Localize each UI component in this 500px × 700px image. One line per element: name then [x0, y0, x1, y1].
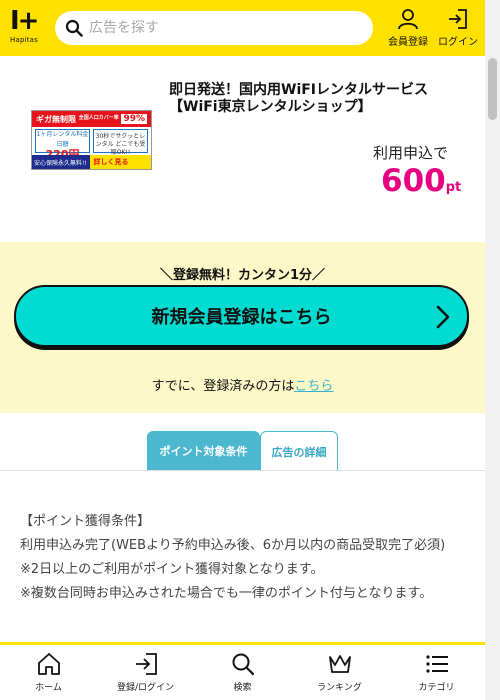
banner-bottom-left: 安心保険永久無料!! — [32, 155, 90, 169]
already-registered: すでに、登録済みの方はこちら — [0, 375, 485, 394]
conditions-line: 利用申込み完了(WEBより予約申込み後、6か月以内の商品受取完了必須) — [20, 538, 446, 553]
search-icon — [232, 653, 254, 676]
reward-unit: pt — [445, 180, 462, 195]
app-header: I+ Hapitas 会員登録 ログイン — [0, 0, 485, 56]
hapitas-logo[interactable]: I+ Hapitas — [10, 8, 44, 46]
ad-banner-image[interactable]: ギガ無制限 全国人口カバー率 99% 1ヶ月レンタル料金 日額 220円 30秒… — [31, 110, 152, 170]
login-label: ログイン — [438, 37, 478, 48]
nav-category[interactable]: カテゴリ — [388, 645, 485, 700]
banner-bottom: 安心保険永久無料!! 詳しく見る — [32, 155, 151, 169]
user-icon — [398, 9, 418, 30]
tab-point-conditions[interactable]: ポイント対象条件 — [147, 431, 260, 471]
member-register-button[interactable]: 会員登録 — [384, 8, 432, 48]
conditions-line: ※複数台同時お申込みされた場合でも一律のポイント付与となります。 — [20, 586, 433, 601]
tab-ad-details[interactable]: 広告の詳細 — [260, 431, 338, 471]
registration-caption: ＼登録無料！カンタン1分／ — [159, 268, 326, 283]
search-box[interactable] — [55, 11, 373, 45]
nav-login-label: 登録/ログイン — [116, 683, 175, 693]
bottom-nav: ホーム 登録/ログイン 検索 ランキング カテゴリ — [0, 642, 485, 700]
banner-top-mid: 全国人口カバー率 — [78, 115, 119, 121]
banner-price: 1ヶ月レンタル料金 日額 220円 — [35, 129, 90, 160]
member-register-label: 会員登録 — [388, 37, 428, 48]
already-registered-text: すでに、登録済みの方は — [151, 379, 295, 394]
registration-panel: ＼登録無料！カンタン1分／ 新規会員登録はこちら すでに、登録済みの方はこちら — [0, 242, 485, 413]
reward-points: 600 — [381, 163, 446, 199]
banner-note: 30秒でサクッとレンタル どこでも受取OK!! — [93, 129, 148, 156]
login-button[interactable]: ログイン — [434, 8, 482, 48]
nav-search[interactable]: 検索 — [194, 645, 291, 700]
detail-tabs: ポイント対象条件 広告の詳細 — [147, 431, 338, 471]
nav-home[interactable]: ホーム — [0, 645, 97, 700]
banner-top-pct: 99% — [121, 114, 147, 124]
conditions-heading: 【ポイント獲得条件】 — [20, 514, 151, 529]
banner-mid: 1ヶ月レンタル料金 日額 220円 30秒でサクッとレンタル どこでも受取OK!… — [32, 127, 151, 160]
scrollbar-thumb[interactable] — [488, 58, 497, 120]
login-icon — [135, 653, 157, 675]
nav-category-label: カテゴリ — [418, 683, 455, 693]
login-icon — [449, 9, 467, 29]
banner-top: ギガ無制限 全国人口カバー率 99% — [32, 111, 151, 127]
home-icon — [37, 653, 60, 675]
conditions-line: ※2日以上のご利用がポイント獲得対象となります。 — [20, 562, 324, 577]
nav-ranking-label: ランキング — [317, 683, 362, 693]
register-cta-button[interactable]: 新規会員登録はこちら — [14, 285, 469, 347]
logo-mark: I+ — [10, 6, 39, 36]
nav-home-label: ホーム — [35, 683, 62, 693]
ad-title: 即日発送！国内用WiFIレンタルサービス【WiFi東京レンタルショップ】 — [169, 82, 429, 115]
crown-icon — [328, 655, 351, 673]
register-cta-label: 新規会員登録はこちら — [151, 307, 332, 328]
tab-divider — [0, 470, 485, 471]
chevron-right-icon — [436, 305, 450, 329]
reward-label: 利用申込で — [373, 144, 449, 162]
point-conditions: 【ポイント獲得条件】 利用申込み完了(WEBより予約申込み後、6か月以内の商品受… — [20, 510, 466, 606]
banner-top-left: ギガ無制限 — [36, 115, 76, 124]
nav-login[interactable]: 登録/ログイン — [97, 645, 194, 700]
already-registered-link[interactable]: こちら — [294, 379, 333, 394]
search-icon — [65, 19, 83, 37]
logo-sub: Hapitas — [10, 36, 39, 44]
page-scrollbar[interactable] — [485, 0, 500, 700]
nav-search-label: 検索 — [233, 683, 252, 693]
nav-ranking[interactable]: ランキング — [291, 645, 388, 700]
banner-price-caption: 1ヶ月レンタル料金 日額 — [36, 131, 89, 148]
banner-bottom-right: 詳しく見る — [89, 155, 151, 169]
reward-value: 600pt — [381, 163, 461, 199]
search-input[interactable] — [89, 20, 359, 36]
list-icon — [425, 655, 448, 673]
